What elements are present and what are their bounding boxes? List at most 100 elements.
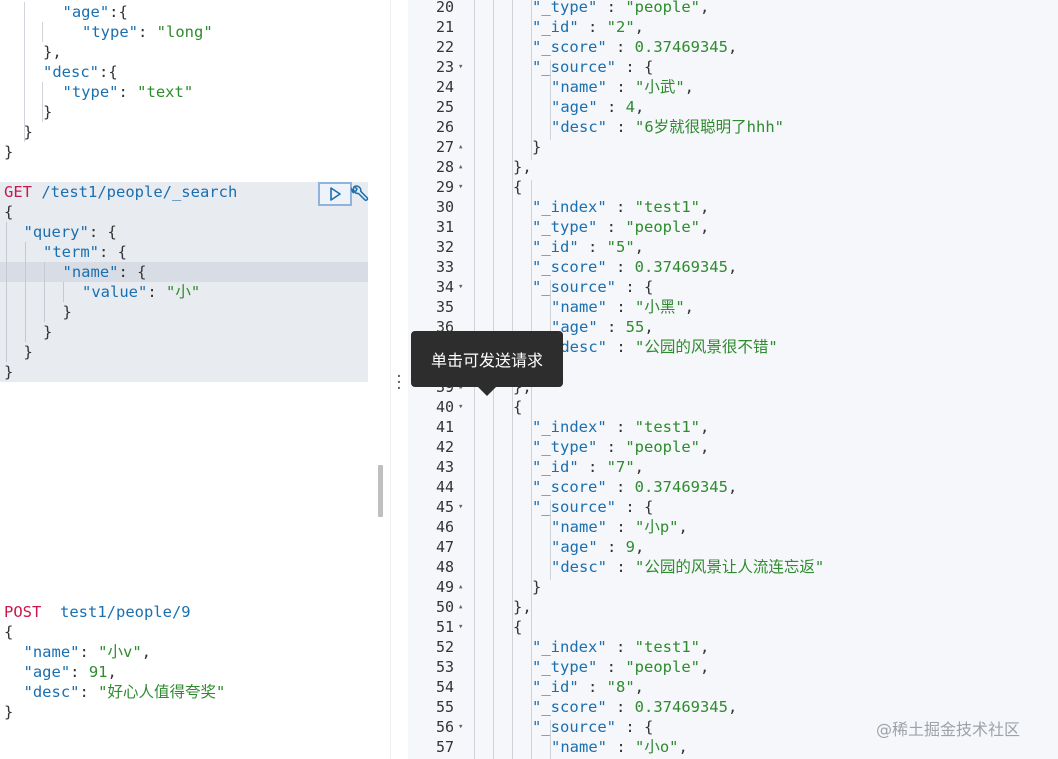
line-number: 48 (435, 558, 454, 576)
code-token: : { (88, 223, 117, 241)
drag-handle-icon[interactable]: · · · (394, 370, 404, 396)
request-line[interactable]: POST test1/people/9 (4, 602, 191, 622)
response-line: } (532, 137, 541, 157)
code-token: "people" (625, 658, 700, 676)
code-token: "age" (62, 3, 110, 21)
code-token: "name" (551, 78, 607, 96)
http-method: POST (4, 603, 42, 621)
code-token: : { (616, 498, 654, 516)
code-token: , (684, 78, 695, 96)
fold-arrow-down-icon[interactable]: ▾ (458, 397, 463, 417)
code-token: { (4, 623, 14, 641)
response-line: "_index" : "test1", (532, 637, 709, 657)
code-token: } (23, 343, 33, 361)
code-token: : (70, 663, 89, 681)
code-token: "_score" (532, 478, 607, 496)
fold-arrow-up-icon[interactable]: ▴ (458, 157, 463, 177)
indent-guide (24, 2, 25, 142)
code-token: :{ (99, 63, 118, 81)
response-line: } (532, 577, 541, 597)
left-scrollbar-thumb[interactable] (378, 465, 383, 517)
code-token: } (4, 143, 14, 161)
code-token: : (578, 238, 607, 256)
code-line: { (4, 622, 13, 642)
fold-arrow-down-icon[interactable]: ▾ (458, 57, 463, 77)
line-number: 51 (435, 618, 454, 636)
code-token: "test1" (634, 638, 700, 656)
code-token: : { (616, 278, 654, 296)
code-token: { (513, 398, 523, 416)
response-line: { (513, 617, 522, 637)
code-token: "小" (166, 283, 201, 301)
code-token: : (607, 298, 635, 316)
code-token: "name" (551, 518, 607, 536)
code-token: } (4, 703, 14, 721)
code-token: "公园的风景让人流连忘返" (635, 558, 825, 576)
indent-guide (531, 0, 532, 160)
code-token: : (597, 538, 626, 556)
tooltip-arrow (478, 387, 496, 396)
code-line: } (63, 302, 72, 322)
code-token: { (513, 178, 523, 196)
code-token: : { (99, 243, 127, 261)
code-token: "name" (551, 738, 607, 756)
fold-arrow-down-icon[interactable]: ▾ (458, 177, 463, 197)
line-number: 43 (435, 458, 454, 476)
code-token: :{ (109, 3, 128, 21)
indent-guide (63, 282, 64, 302)
fold-arrow-up-icon[interactable]: ▴ (458, 137, 463, 157)
code-token: "好心人值得夸奖" (98, 683, 226, 701)
line-number: 21 (435, 18, 454, 36)
response-line: "_score" : 0.37469345, (532, 477, 737, 497)
response-line: "desc" : "公园的风景让人流连忘返" (551, 557, 824, 577)
code-token: : (606, 38, 635, 56)
code-line: "type": "long" (82, 22, 213, 42)
code-token: : (606, 638, 635, 656)
code-line: } (4, 702, 13, 722)
code-token: "_type" (532, 218, 598, 236)
code-token: , (684, 298, 695, 316)
response-line: "age" : 4, (551, 97, 644, 117)
line-number: 40 (435, 398, 454, 416)
code-token: , (635, 538, 645, 556)
code-token: "公园的风景很不错" (635, 338, 778, 356)
fold-arrow-down-icon[interactable]: ▾ (458, 497, 463, 517)
send-request-button[interactable] (318, 182, 352, 206)
settings-button[interactable] (349, 184, 371, 206)
line-number: 33 (435, 258, 454, 276)
code-token: : (597, 318, 626, 336)
fold-arrow-up-icon[interactable]: ▴ (458, 597, 463, 617)
code-token: : (138, 23, 157, 41)
fold-arrow-up-icon[interactable]: ▴ (458, 577, 463, 597)
request-line[interactable]: GET /test1/people/_search (4, 182, 237, 202)
line-number: 28 (435, 158, 454, 176)
code-line: } (24, 342, 33, 362)
code-token: : (606, 418, 635, 436)
code-token: : (578, 18, 607, 36)
indent-guide (550, 500, 551, 580)
code-token: , (699, 0, 710, 16)
code-token: , (727, 258, 738, 276)
fold-arrow-down-icon[interactable]: ▾ (458, 277, 463, 297)
active-line-highlight (0, 262, 368, 282)
fold-arrow-down-icon[interactable]: ▾ (458, 617, 463, 637)
code-token: }, (43, 43, 62, 61)
code-token: , (107, 663, 117, 681)
request-url: test1/people/9 (41, 603, 191, 621)
code-token: "type" (62, 83, 119, 101)
code-token: : (607, 118, 635, 136)
code-token: : (606, 198, 635, 216)
line-number: 30 (435, 198, 454, 216)
request-editor[interactable]: "age":{"type": "long"}, "desc":{"type": "… (0, 0, 390, 759)
line-number: 20 (435, 0, 454, 16)
code-line: "name": "小v", (24, 642, 152, 662)
indent-guide (550, 720, 551, 759)
fold-arrow-down-icon[interactable]: ▾ (458, 717, 463, 737)
code-token: , (678, 738, 688, 756)
code-token: "desc" (551, 558, 607, 576)
code-token: : (607, 78, 635, 96)
code-line: "term": { (43, 242, 127, 262)
code-token: : (606, 698, 635, 716)
code-token: "2" (606, 18, 635, 36)
code-token: "_id" (532, 458, 579, 476)
